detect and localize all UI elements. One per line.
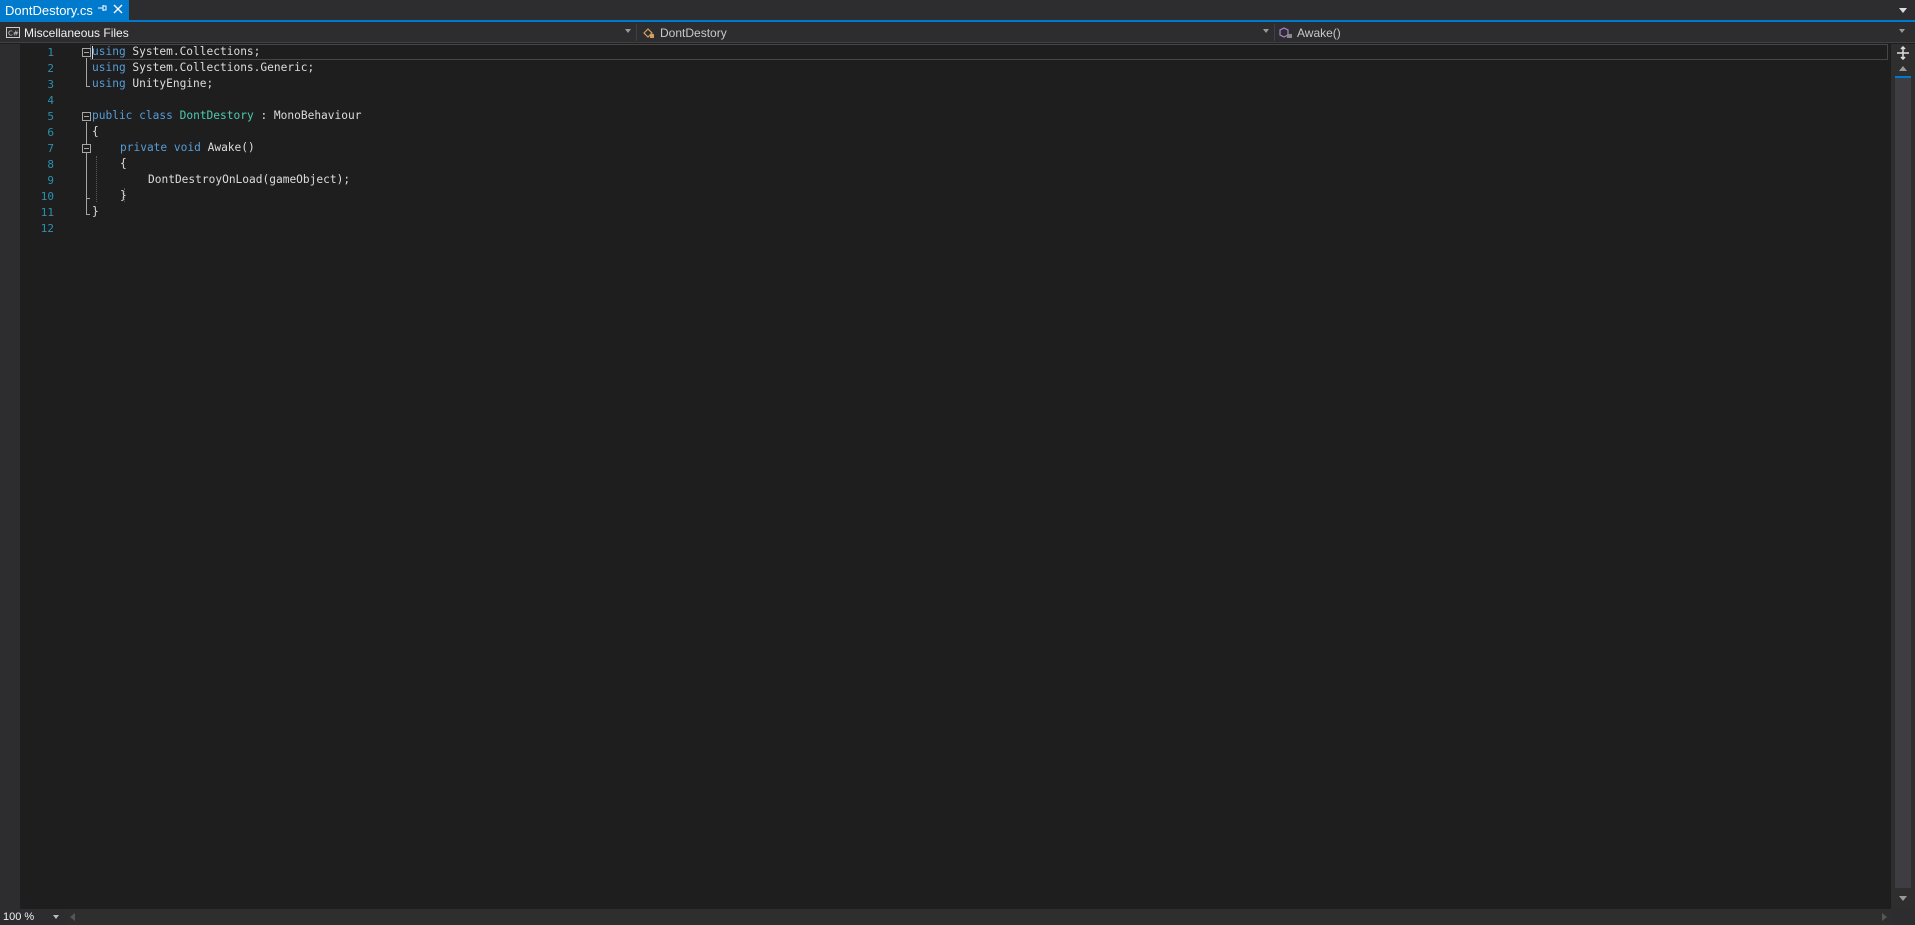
code-token: UnityEngine; <box>125 77 214 90</box>
keyword-token: class <box>139 109 173 122</box>
line-number: 10 <box>40 190 54 203</box>
fold-outline-line <box>86 58 87 86</box>
code-line-11: } <box>92 205 99 218</box>
document-tab-strip: DontDestory.cs <box>0 0 1915 20</box>
line-number: 1 <box>47 46 54 59</box>
code-line-10: } <box>120 189 127 202</box>
csharp-project-icon: C# <box>6 27 20 39</box>
code-token: Awake() <box>200 141 255 154</box>
line-number: 12 <box>40 222 54 235</box>
tab-title: DontDestory.cs <box>5 2 93 18</box>
keyword-token: using <box>92 61 126 74</box>
code-token: : MonoBehaviour <box>253 109 362 122</box>
fold-outline-end <box>86 214 90 215</box>
line-number: 11 <box>40 206 54 219</box>
line-number: 4 <box>47 94 54 107</box>
fold-outline-end <box>86 86 90 87</box>
zoom-level[interactable]: 100 % <box>3 909 34 925</box>
type-token: DontDestory <box>179 109 254 122</box>
type-dropdown-label: DontDestory <box>660 25 727 40</box>
code-line-7: private void Awake() <box>120 140 255 156</box>
code-editor[interactable]: 1 2 3 4 5 6 7 8 9 10 11 12 using System.… <box>0 44 1891 909</box>
line-number: 3 <box>47 78 54 91</box>
collapse-toggle-icon[interactable] <box>82 48 91 57</box>
code-line-3: using UnityEngine; <box>92 76 213 92</box>
keyword-token: private <box>120 141 168 154</box>
pin-icon[interactable] <box>96 3 108 17</box>
fold-outline-line <box>86 154 87 198</box>
project-dropdown-label: Miscellaneous Files <box>24 25 129 40</box>
split-window-icon[interactable] <box>1896 45 1910 61</box>
close-icon[interactable] <box>111 2 125 18</box>
member-dropdown[interactable]: Awake() <box>1279 22 1341 43</box>
code-line-8: { <box>120 157 127 170</box>
line-number: 8 <box>47 158 54 171</box>
editor-bottom-bar: 100 % <box>0 909 1915 925</box>
nav-separator <box>636 24 637 41</box>
code-token: System.Collections; <box>125 45 261 58</box>
vertical-scrollbar[interactable] <box>1891 44 1915 909</box>
type-dropdown[interactable]: DontDestory <box>642 22 727 43</box>
keyword-token: using <box>92 45 126 58</box>
scroll-down-arrow-icon[interactable] <box>1899 896 1907 901</box>
horizontal-scrollbar[interactable] <box>68 909 1891 925</box>
project-dropdown[interactable]: C# Miscellaneous Files <box>6 22 129 43</box>
chevron-down-icon[interactable] <box>1899 29 1905 33</box>
svg-text:C#: C# <box>8 30 19 38</box>
line-number: 6 <box>47 126 54 139</box>
tab-overflow-dropdown-icon[interactable] <box>1897 4 1909 16</box>
keyword-token: public <box>92 109 133 122</box>
line-number-gutter: 1 2 3 4 5 6 7 8 9 10 11 12 <box>20 44 66 909</box>
collapse-toggle-icon[interactable] <box>82 112 91 121</box>
line-number: 9 <box>47 174 54 187</box>
class-icon <box>642 27 656 39</box>
indicator-margin <box>0 44 20 909</box>
nav-separator <box>1274 24 1275 41</box>
zoom-dropdown-icon[interactable] <box>53 915 59 919</box>
keyword-token: using <box>92 77 126 90</box>
scroll-up-arrow-icon[interactable] <box>1899 66 1907 71</box>
code-line-2: using System.Collections.Generic; <box>92 60 314 76</box>
method-icon <box>1279 26 1293 39</box>
code-line-9: DontDestroyOnLoad(gameObject); <box>148 173 351 186</box>
line-number: 2 <box>47 62 54 75</box>
navigation-bar: C# Miscellaneous Files DontDestory Awake… <box>0 22 1915 43</box>
vertical-scroll-thumb[interactable] <box>1895 76 1911 888</box>
code-line-1: using System.Collections; <box>92 44 260 60</box>
fold-outline-end <box>86 198 90 199</box>
chevron-down-icon[interactable] <box>1263 29 1269 33</box>
scroll-right-arrow-icon[interactable] <box>1882 913 1887 921</box>
document-tab[interactable]: DontDestory.cs <box>0 0 129 20</box>
code-token: System.Collections.Generic; <box>125 61 315 74</box>
scroll-left-arrow-icon[interactable] <box>70 913 75 921</box>
code-line-6: { <box>92 125 99 138</box>
keyword-token: void <box>173 141 201 154</box>
code-text-area[interactable]: using System.Collections; using System.C… <box>92 44 1891 909</box>
chevron-down-icon[interactable] <box>625 29 631 33</box>
line-number: 5 <box>47 110 54 123</box>
collapse-toggle-icon[interactable] <box>82 144 91 153</box>
code-line-5: public class DontDestory : MonoBehaviour <box>92 108 361 124</box>
member-dropdown-label: Awake() <box>1297 25 1341 40</box>
line-number: 7 <box>47 142 54 155</box>
